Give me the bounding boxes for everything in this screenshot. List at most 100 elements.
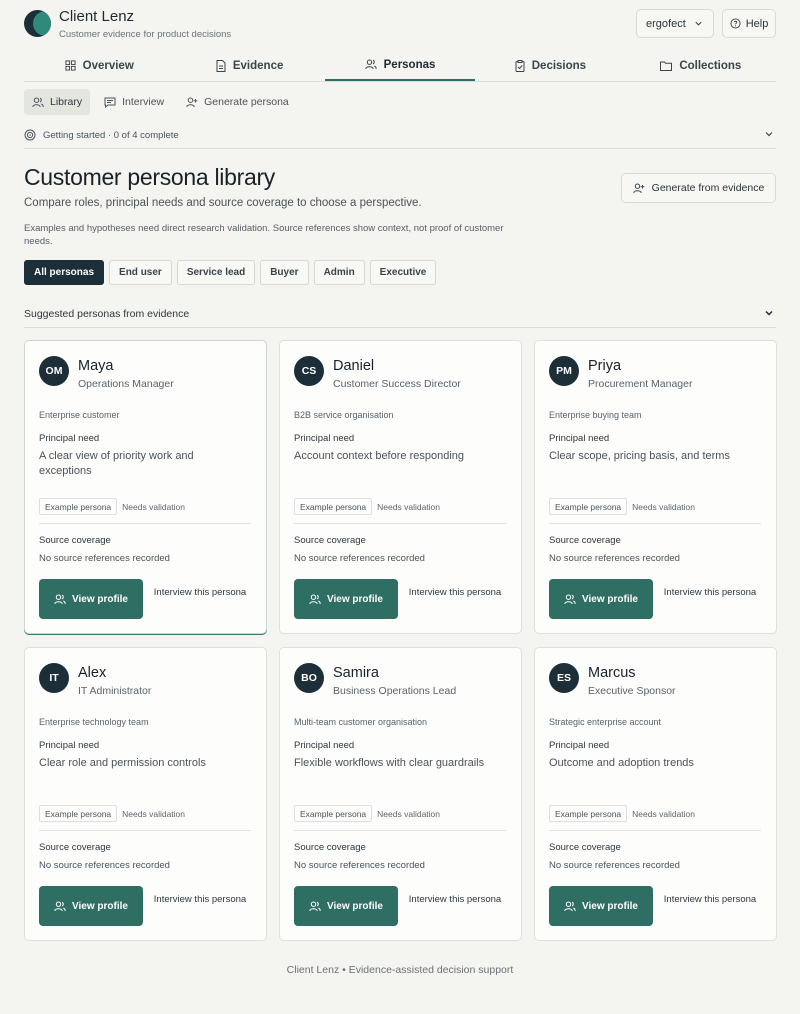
users-icon [54, 594, 66, 605]
top-bar: Client Lenz Customer evidence for produc… [24, 0, 776, 50]
persona-badges: Example persona Needs validation [39, 805, 185, 822]
view-profile-button[interactable]: View profile [39, 886, 143, 926]
subtab-generate-persona[interactable]: Generate persona [178, 89, 297, 115]
persona-role: Customer Success Director [333, 378, 461, 390]
principal-need: A clear view of priority work and except… [39, 450, 194, 477]
view-profile-label: View profile [327, 900, 383, 912]
view-profile-button[interactable]: View profile [549, 579, 653, 619]
users-icon [309, 594, 321, 605]
persona-card-priya: PM Priya Procurement Manager Enterprise … [534, 340, 777, 634]
view-profile-button[interactable]: View profile [294, 579, 398, 619]
view-profile-label: View profile [582, 900, 638, 912]
principal-need-label: Principal need [39, 740, 100, 751]
users-icon [309, 901, 321, 912]
view-profile-button[interactable]: View profile [294, 886, 398, 926]
needs-validation-label: Needs validation [632, 808, 696, 819]
filter-admin[interactable]: Admin [313, 260, 365, 285]
card-divider [39, 523, 251, 524]
sub-tabs: Library Interview Generate persona [24, 89, 297, 115]
view-profile-button[interactable]: View profile [549, 886, 653, 926]
tab-label: Personas [383, 58, 436, 71]
interview-persona-link[interactable]: Interview this persona [663, 893, 757, 906]
persona-organisation: Multi-team customer organisation [294, 717, 428, 727]
tab-personas[interactable]: Personas [324, 50, 476, 81]
users-icon [32, 97, 44, 108]
persona-badges: Example persona Needs validation [39, 498, 185, 515]
grid-icon [65, 60, 76, 71]
persona-name: Daniel [333, 358, 375, 374]
persona-avatar: BO [294, 663, 324, 693]
source-coverage-value: No source references recorded [294, 553, 425, 564]
users-icon [564, 901, 576, 912]
example-persona-badge: Example persona [549, 498, 628, 515]
users-icon [364, 59, 377, 70]
folder-icon [660, 61, 673, 71]
filter-end-user[interactable]: End user [109, 260, 172, 285]
persona-card-alex: IT Alex IT Administrator Enterprise tech… [24, 647, 267, 941]
client-lenz-logo [24, 10, 51, 37]
filter-executive[interactable]: Executive [369, 260, 437, 285]
generate-from-evidence-button[interactable]: Generate from evidence [621, 173, 776, 203]
persona-badges: Example persona Needs validation [549, 498, 695, 515]
persona-name: Alex [78, 665, 107, 681]
persona-role: Executive Sponsor [588, 685, 676, 697]
subtab-library[interactable]: Library [24, 89, 91, 115]
workspace-select[interactable]: ergofect [636, 9, 714, 38]
interview-persona-link[interactable]: Interview this persona [153, 893, 247, 906]
principal-need-label: Principal need [39, 433, 100, 444]
source-coverage-label: Source coverage [294, 842, 366, 853]
persona-avatar: PM [549, 356, 579, 386]
principal-need-label: Principal need [549, 433, 610, 444]
subtab-label: Library [50, 96, 83, 108]
subtab-interview[interactable]: Interview [96, 89, 172, 115]
needs-validation-label: Needs validation [632, 501, 696, 512]
view-profile-button[interactable]: View profile [39, 579, 143, 619]
persona-badges: Example persona Needs validation [294, 498, 440, 515]
interview-persona-link[interactable]: Interview this persona [153, 586, 247, 599]
persona-card-maya: OM Maya Operations Manager Enterprise cu… [24, 340, 267, 634]
tab-label: Collections [679, 59, 742, 72]
card-divider [294, 523, 506, 524]
chevron-down-icon[interactable] [764, 308, 774, 318]
suggested-personas-toggle[interactable]: Suggested personas from evidence [24, 300, 776, 328]
source-coverage-label: Source coverage [39, 842, 111, 853]
source-coverage-label: Source coverage [294, 535, 366, 546]
persona-card-samira: BO Samira Business Operations Lead Multi… [279, 647, 522, 941]
persona-organisation: Strategic enterprise account [549, 717, 662, 727]
principal-need: Clear scope, pricing basis, and terms [549, 450, 730, 462]
tab-evidence[interactable]: Evidence [174, 50, 324, 81]
filter-service-lead[interactable]: Service lead [176, 260, 256, 285]
filter-buyer[interactable]: Buyer [260, 260, 309, 285]
help-label: Help [745, 17, 769, 30]
interview-persona-link[interactable]: Interview this persona [408, 893, 502, 906]
persona-role: Business Operations Lead [333, 685, 457, 697]
users-icon [564, 594, 576, 605]
chevron-down-icon[interactable] [764, 129, 774, 139]
tab-collections[interactable]: Collections [626, 50, 776, 81]
document-icon [216, 59, 226, 72]
filter-all-personas[interactable]: All personas [24, 260, 105, 285]
card-divider [549, 830, 761, 831]
help-button[interactable]: Help [722, 9, 776, 38]
getting-started-progress[interactable]: Getting started · 0 of 4 complete [24, 122, 776, 149]
view-profile-label: View profile [582, 593, 638, 605]
persona-avatar: CS [294, 356, 324, 386]
example-persona-badge: Example persona [39, 498, 118, 515]
source-coverage-value: No source references recorded [294, 860, 425, 871]
tab-label: Overview [82, 59, 134, 72]
workspace-name: ergofect [646, 17, 686, 30]
principal-need: Clear role and permission controls [39, 757, 206, 769]
subtab-label: Generate persona [204, 96, 289, 108]
interview-persona-link[interactable]: Interview this persona [408, 586, 502, 599]
tab-overview[interactable]: Overview [24, 50, 174, 81]
interview-persona-link[interactable]: Interview this persona [663, 586, 757, 599]
principal-need-label: Principal need [549, 740, 610, 751]
persona-organisation: B2B service organisation [294, 410, 394, 420]
persona-card-daniel: CS Daniel Customer Success Director B2B … [279, 340, 522, 634]
tab-decisions[interactable]: Decisions [475, 50, 625, 81]
persona-role: IT Administrator [78, 685, 152, 697]
source-coverage-value: No source references recorded [549, 860, 680, 871]
subtab-label: Interview [122, 96, 165, 108]
example-persona-badge: Example persona [294, 498, 373, 515]
card-divider [39, 830, 251, 831]
